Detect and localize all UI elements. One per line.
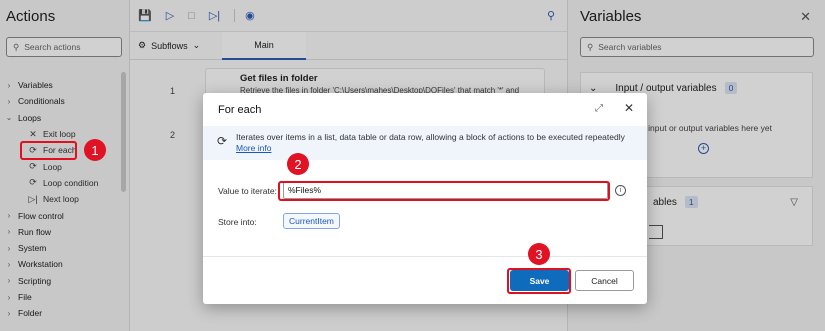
callout-badge-1: 1	[84, 139, 106, 161]
callout-badge-2: 2	[287, 153, 309, 175]
loop-icon: ⟳	[217, 134, 228, 148]
save-button-highlight	[507, 268, 571, 294]
value-field-highlight	[278, 181, 610, 201]
info-text: Iterates over items in a list, data tabl…	[236, 132, 625, 142]
store-into-variable[interactable]: CurrentItem	[283, 213, 340, 229]
expand-icon[interactable]: ⤢	[595, 103, 603, 114]
store-into-label: Store into:	[218, 217, 257, 227]
dialog-title: For each	[218, 104, 262, 116]
info-circle-icon[interactable]: i	[615, 185, 626, 196]
value-to-iterate-label: Value to iterate:	[218, 186, 277, 196]
info-banner: ⟳ Iterates over items in a list, data ta…	[203, 126, 647, 160]
for-each-highlight	[20, 141, 77, 160]
close-icon[interactable]: ✕	[624, 101, 634, 115]
dialog-divider	[203, 256, 647, 257]
callout-badge-3: 3	[528, 243, 550, 265]
more-info-link[interactable]: More info	[236, 143, 271, 153]
cancel-button[interactable]: Cancel	[575, 270, 634, 291]
